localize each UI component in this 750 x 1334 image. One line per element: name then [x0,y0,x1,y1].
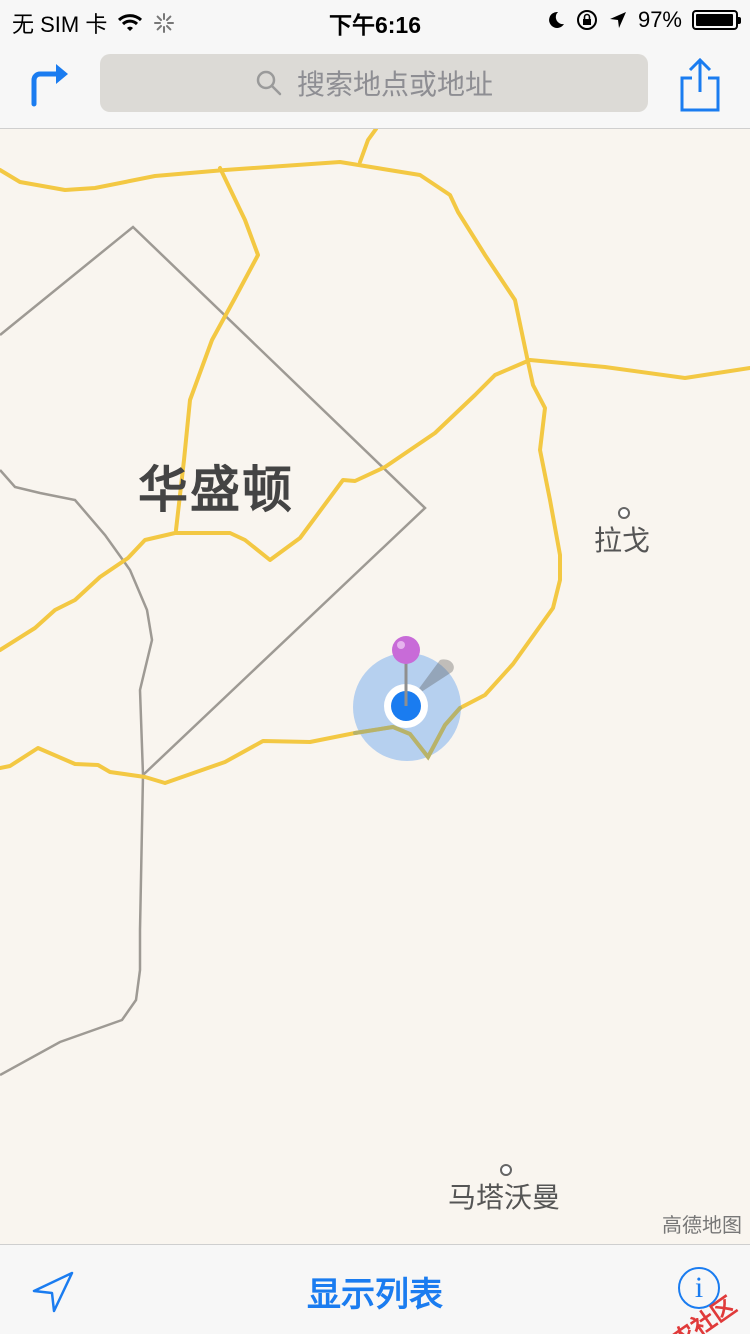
battery-fill [696,14,733,26]
battery-icon [692,10,741,30]
town-marker [618,507,630,519]
share-button[interactable] [678,56,722,112]
road [358,129,378,164]
town-label[interactable]: 拉戈 [594,519,650,559]
location-arrow-icon [609,12,626,28]
status-right: 97% [546,7,741,33]
map-attribution[interactable]: 高德地图 [662,1209,742,1238]
town-marker [500,1164,512,1176]
moon-icon [549,11,564,28]
search-input[interactable]: 搜索地点或地址 [100,54,648,112]
road [0,358,750,652]
road [0,731,357,785]
map-view[interactable]: 华盛顿 拉戈 马塔沃曼 高德地图 [0,129,750,1244]
dropped-pin-highlight [397,641,405,649]
town-label[interactable]: 马塔沃曼 [448,1176,560,1216]
bottom-toolbar: 显示列表 i 卡农社区 [0,1244,750,1334]
city-label[interactable]: 华盛顿 [138,450,294,522]
dropped-pin[interactable] [392,636,420,664]
search-icon [256,70,282,96]
search-placeholder: 搜索地点或地址 [296,69,493,100]
battery-percent: 97% [637,7,682,32]
directions-button[interactable] [24,58,74,108]
maps-screen: 无 SIM 卡 下午6:16 97% 搜索地点或地址 华盛顿 拉戈 马塔沃曼 高… [0,0,750,1334]
orientation-lock-icon [576,10,597,30]
show-list-button[interactable]: 显示列表 [0,1267,750,1316]
status-bar: 无 SIM 卡 下午6:16 97% [0,0,750,40]
boundary-lines [0,225,427,1077]
nav-bar: 搜索地点或地址 [0,40,750,129]
river-boundary [0,469,154,1077]
map-layer [0,129,750,1077]
